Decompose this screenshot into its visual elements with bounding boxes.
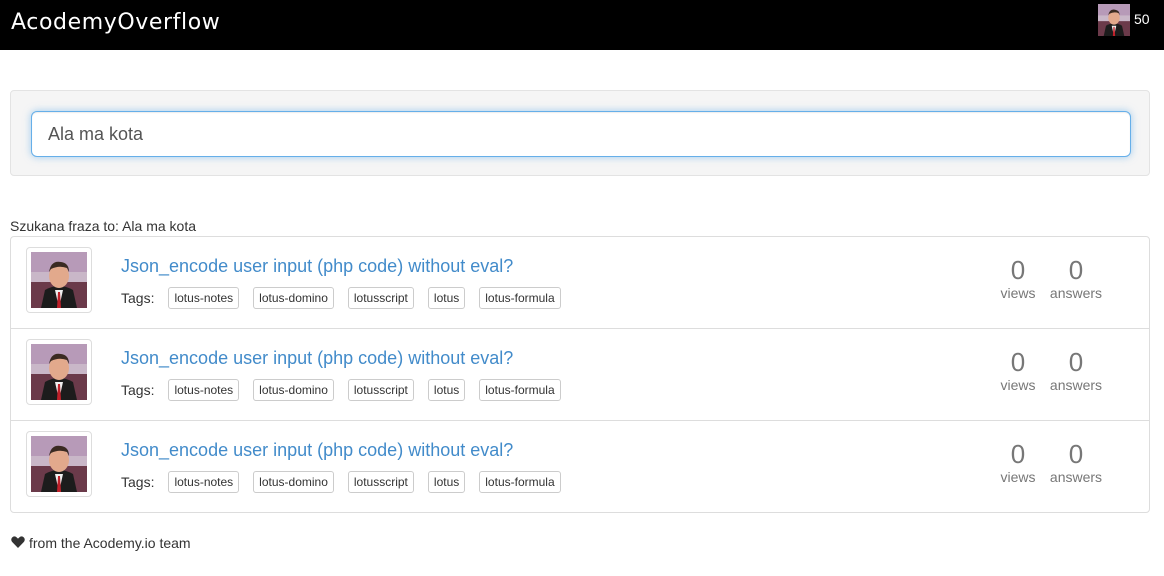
views-count: 0 [1010,439,1026,469]
search-phrase-label: Szukana fraza to: [10,218,119,234]
user-menu[interactable]: 50 [1098,4,1150,36]
question-row: Json_encode user input (php code) withou… [11,329,1149,421]
question-row: Json_encode user input (php code) withou… [11,421,1149,513]
heart-icon [11,535,25,551]
tag-lotus[interactable]: lotus [427,287,466,309]
tags-row: Tags: lotus-notes lotus-domino lotusscri… [121,287,575,309]
tags-label: Tags: [121,290,155,306]
author-avatar[interactable] [26,247,92,313]
tag-lotusscript[interactable]: lotusscript [347,287,414,309]
author-avatar[interactable] [26,339,92,405]
tag-lotus-formula[interactable]: lotus-formula [479,471,561,493]
question-list: Json_encode user input (php code) withou… [10,236,1150,513]
views-count: 0 [1010,255,1026,285]
answers-stat: 0 answers [1046,255,1106,301]
brand-logo[interactable]: AcodemyOverflow [11,10,220,35]
tags-label: Tags: [121,474,155,490]
question-title-link[interactable]: Json_encode user input (php code) withou… [121,348,513,369]
answers-stat: 0 answers [1046,347,1106,393]
tag-lotus-formula[interactable]: lotus-formula [479,287,561,309]
search-panel [10,90,1150,176]
views-label: views [1000,469,1036,485]
search-input[interactable] [31,111,1131,157]
search-phrase: Szukana fraza to: Ala ma kota [10,218,196,234]
answers-label: answers [1049,377,1103,393]
views-label: views [1000,377,1036,393]
footer: from the Acodemy.io team [11,535,191,551]
tag-lotus-notes[interactable]: lotus-notes [168,287,240,309]
tag-lotus-domino[interactable]: lotus-domino [253,471,334,493]
tags-label: Tags: [121,382,155,398]
answers-count: 0 [1068,439,1084,469]
tag-lotusscript[interactable]: lotusscript [347,379,414,401]
views-count: 0 [1010,347,1026,377]
footer-text: from the Acodemy.io team [29,535,191,551]
views-stat: 0 views [991,439,1045,485]
user-avatar[interactable] [1098,4,1130,36]
tags-row: Tags: lotus-notes lotus-domino lotusscri… [121,379,575,401]
reputation-count: 50 [1134,11,1150,27]
answers-label: answers [1049,285,1103,301]
question-row: Json_encode user input (php code) withou… [11,237,1149,329]
answers-count: 0 [1068,347,1084,377]
tag-lotus-domino[interactable]: lotus-domino [253,379,334,401]
tag-lotusscript[interactable]: lotusscript [347,471,414,493]
tag-lotus-notes[interactable]: lotus-notes [168,471,240,493]
question-title-link[interactable]: Json_encode user input (php code) withou… [121,440,513,461]
views-stat: 0 views [991,255,1045,301]
tag-lotus-notes[interactable]: lotus-notes [168,379,240,401]
answers-count: 0 [1068,255,1084,285]
search-phrase-value: Ala ma kota [122,218,197,234]
tag-lotus-formula[interactable]: lotus-formula [479,379,561,401]
tags-row: Tags: lotus-notes lotus-domino lotusscri… [121,471,575,493]
answers-label: answers [1049,469,1103,485]
tag-lotus[interactable]: lotus [427,471,466,493]
answers-stat: 0 answers [1046,439,1106,485]
tag-lotus-domino[interactable]: lotus-domino [253,287,334,309]
top-navbar: AcodemyOverflow 50 [0,0,1164,50]
question-title-link[interactable]: Json_encode user input (php code) withou… [121,256,513,277]
author-avatar[interactable] [26,431,92,497]
views-stat: 0 views [991,347,1045,393]
tag-lotus[interactable]: lotus [427,379,466,401]
views-label: views [1000,285,1036,301]
